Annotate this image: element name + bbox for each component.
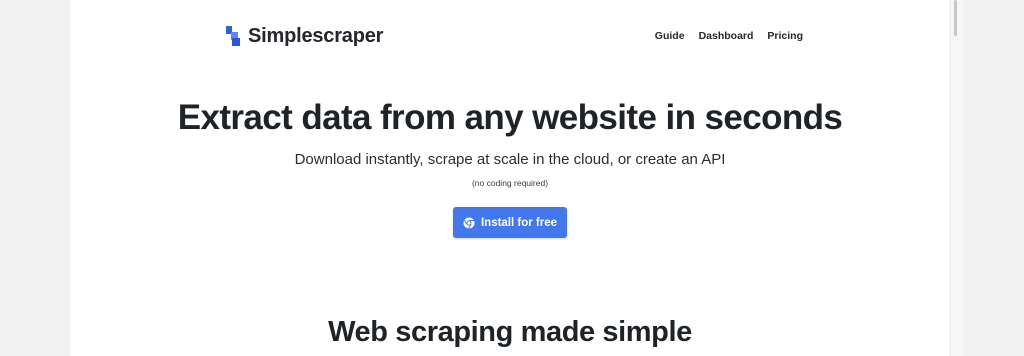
hero-subtitle: Download instantly, scrape at scale in t… bbox=[294, 151, 726, 168]
section-title: Web scraping made simple bbox=[328, 316, 692, 348]
page: Simplescraper Guide Dashboard Pricing Ex… bbox=[70, 0, 950, 356]
brand-logo-link[interactable]: Simplescraper bbox=[226, 24, 383, 48]
logo-icon bbox=[226, 26, 241, 46]
page-scrollbar[interactable] bbox=[950, 0, 963, 356]
nav-pricing-link[interactable]: Pricing bbox=[767, 30, 803, 42]
browser-viewport: Simplescraper Guide Dashboard Pricing Ex… bbox=[0, 0, 1024, 356]
logo-block-bottom bbox=[232, 38, 240, 46]
install-button[interactable]: Install for free bbox=[453, 207, 567, 238]
hero-note: (no coding required) bbox=[471, 178, 549, 188]
window-margin bbox=[963, 0, 1024, 356]
brand-name: Simplescraper bbox=[248, 24, 384, 47]
hero-title: Extract data from any website in seconds bbox=[177, 98, 843, 137]
chrome-icon bbox=[463, 217, 475, 229]
scrollbar-thumb[interactable] bbox=[954, 0, 957, 36]
install-button-label: Install for free bbox=[480, 216, 558, 229]
nav-guide-link[interactable]: Guide bbox=[655, 30, 685, 42]
main-nav: Guide Dashboard Pricing bbox=[655, 30, 803, 42]
nav-dashboard-link[interactable]: Dashboard bbox=[699, 30, 754, 42]
